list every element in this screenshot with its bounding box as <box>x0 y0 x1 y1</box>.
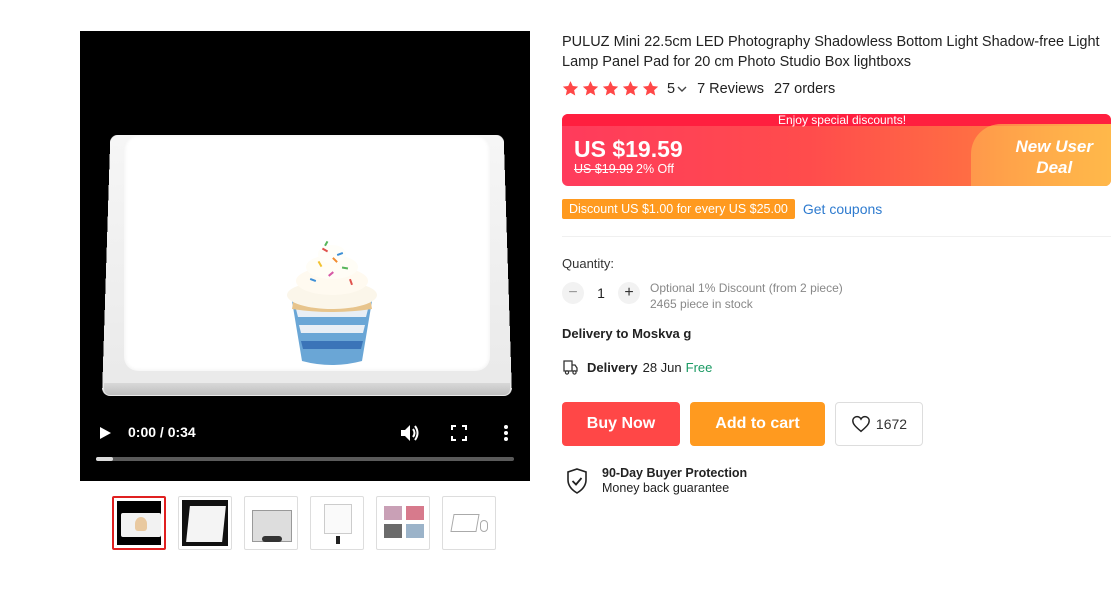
quantity-increase-button[interactable]: + <box>618 282 640 304</box>
shield-check-icon <box>567 468 587 494</box>
protection-title: 90-Day Buyer Protection <box>602 466 748 480</box>
buyer-protection: 90-Day Buyer Protection Money back guara… <box>566 466 747 495</box>
rating-value: 5 <box>667 80 676 97</box>
video-progress-bar[interactable] <box>96 457 514 461</box>
lightpad-edge <box>104 383 510 395</box>
video-time: 0:00 / 0:34 <box>128 424 196 440</box>
stock-count: 2465 piece in stock <box>650 297 753 311</box>
get-coupons-link[interactable]: Get coupons <box>803 201 882 217</box>
thumbnail-5[interactable] <box>376 496 430 550</box>
quantity-stepper: − 1 + <box>562 282 640 304</box>
play-icon[interactable] <box>98 426 112 440</box>
quantity-label: Quantity: <box>562 256 615 271</box>
reviews-link[interactable]: 7 Reviews <box>697 81 764 97</box>
price-banner: Enjoy special discounts! US $19.59 US $1… <box>562 114 1111 186</box>
new-user-deal-text: New User Deal <box>1016 136 1093 178</box>
fullscreen-icon[interactable] <box>451 425 467 441</box>
star-icon <box>562 81 579 96</box>
volume-icon[interactable] <box>400 424 420 442</box>
coupon-row: Discount US $1.00 for every US $25.00 Ge… <box>562 199 882 219</box>
add-to-cart-button[interactable]: Add to cart <box>690 402 825 446</box>
thumbnail-3[interactable] <box>244 496 298 550</box>
thumbnail-1[interactable] <box>112 496 166 550</box>
thumbnail-4[interactable] <box>310 496 364 550</box>
divider <box>562 236 1111 237</box>
deal-line-2: Deal <box>1036 158 1073 177</box>
more-options-icon[interactable] <box>503 424 509 442</box>
chevron-down-icon[interactable] <box>677 84 687 94</box>
star-icon <box>622 81 639 96</box>
wishlist-count: 1672 <box>875 416 908 432</box>
thumbnail-2[interactable] <box>178 496 232 550</box>
bulk-discount-note: Optional 1% Discount (from 2 piece) <box>650 281 843 295</box>
discount-tag: Discount US $1.00 for every US $25.00 <box>562 199 795 219</box>
lightpad-image <box>102 121 512 397</box>
delivery-row: Delivery 28 Jun Free <box>562 360 712 375</box>
orders-count: 27 orders <box>773 80 836 97</box>
current-price: US $19.59 <box>574 136 683 162</box>
thumbnail-6[interactable] <box>442 496 496 550</box>
star-icon <box>642 81 659 96</box>
thumbnail-strip <box>112 496 496 550</box>
delivery-label: Delivery <box>587 360 638 375</box>
star-icon <box>582 81 599 96</box>
delivery-date: 28 Jun <box>642 360 682 375</box>
delivery-icon <box>563 360 578 375</box>
deal-line-1: New User <box>1015 137 1093 156</box>
star-rating <box>562 80 659 97</box>
wishlist-button[interactable]: 1672 <box>835 402 923 446</box>
delivery-free: Free <box>685 360 713 375</box>
protection-subtitle: Money back guarantee <box>602 481 730 495</box>
video-controls <box>80 411 530 481</box>
discount-percent: 2% Off <box>636 162 674 176</box>
cupcake-illustration <box>287 240 377 365</box>
product-video[interactable]: 0:00 / 0:34 <box>80 31 530 481</box>
video-progress-fill <box>96 457 113 461</box>
quantity-value[interactable]: 1 <box>584 285 618 301</box>
heart-icon <box>852 415 870 433</box>
quantity-decrease-button[interactable]: − <box>562 282 584 304</box>
star-icon <box>602 81 619 96</box>
delivery-destination[interactable]: Delivery to Moskva g <box>562 326 691 341</box>
buy-now-button[interactable]: Buy Now <box>562 402 680 446</box>
product-title: PULUZ Mini 22.5cm LED Photography Shadow… <box>562 34 1100 70</box>
rating-row: 5 7 Reviews 27 orders <box>562 80 835 97</box>
original-price: US $19.99 <box>574 162 634 176</box>
quantity-note: Optional 1% Discount (from 2 piece) 2465… <box>650 280 843 312</box>
